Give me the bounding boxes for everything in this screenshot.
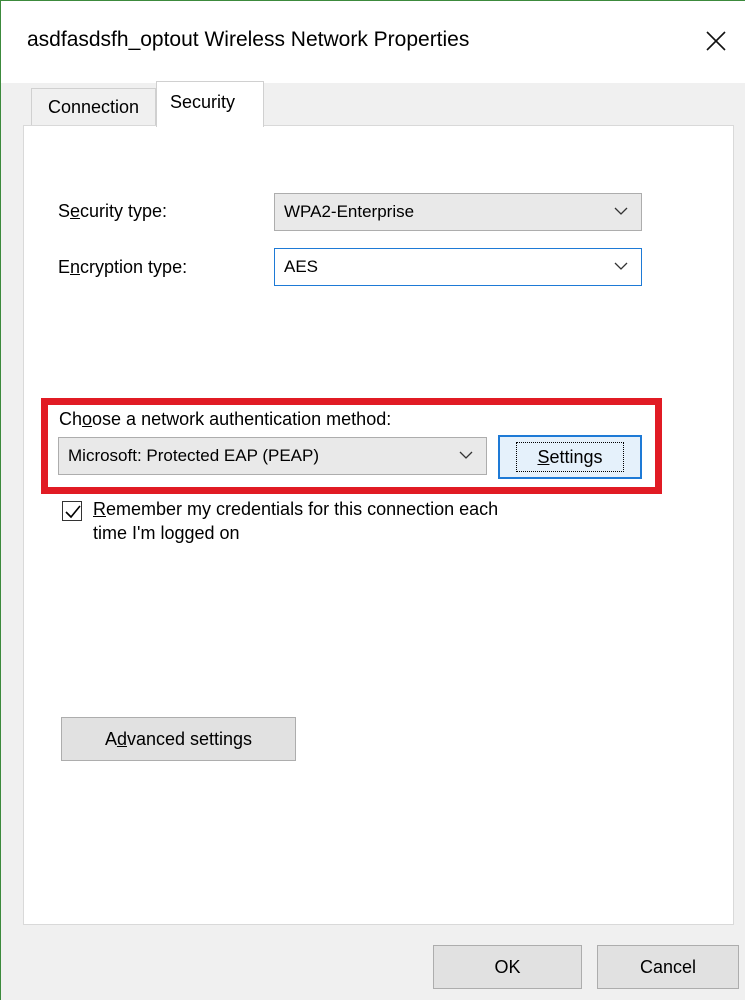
remember-credentials-label[interactable]: Remember my credentials for this connect… [93,497,593,545]
advanced-settings-button[interactable]: Advanced settings [61,717,296,761]
tab-security[interactable]: Security [156,81,264,127]
settings-button[interactable]: Settings [498,435,642,479]
advanced-settings-label: Advanced settings [104,728,253,749]
encryption-type-dropdown[interactable]: AES [274,248,642,286]
window-title: asdfasdsfh_optout Wireless Network Prope… [27,28,470,51]
ok-button-label: OK [494,956,521,977]
auth-method-value: Microsoft: Protected EAP (PEAP) [68,446,319,465]
security-type-dropdown[interactable]: WPA2-Enterprise [274,193,642,231]
tab-security-label: Security [170,92,236,112]
settings-button-label: Settings [516,442,624,472]
tab-connection-label: Connection [47,97,140,117]
dialog-window: asdfasdsfh_optout Wireless Network Prope… [0,0,745,1000]
encryption-type-label: Encryption type: [58,257,188,277]
checkmark-icon [65,505,81,519]
ok-button[interactable]: OK [433,945,582,989]
chevron-down-icon [614,262,628,270]
remember-credentials-checkbox[interactable] [62,501,82,521]
chevron-down-icon [459,451,473,459]
security-type-value: WPA2-Enterprise [284,202,415,221]
close-icon [706,31,726,51]
encryption-type-value: AES [284,257,319,276]
security-type-label: Security type: [58,201,168,221]
chevron-down-icon [614,207,628,215]
cancel-button[interactable]: Cancel [597,945,739,989]
auth-method-dropdown[interactable]: Microsoft: Protected EAP (PEAP) [58,437,487,475]
auth-method-label: Choose a network authentication method: [59,409,392,429]
title-bar: asdfasdsfh_optout Wireless Network Prope… [1,1,745,83]
cancel-button-label: Cancel [639,956,697,977]
tab-connection[interactable]: Connection [31,88,156,126]
close-button[interactable] [691,15,741,67]
